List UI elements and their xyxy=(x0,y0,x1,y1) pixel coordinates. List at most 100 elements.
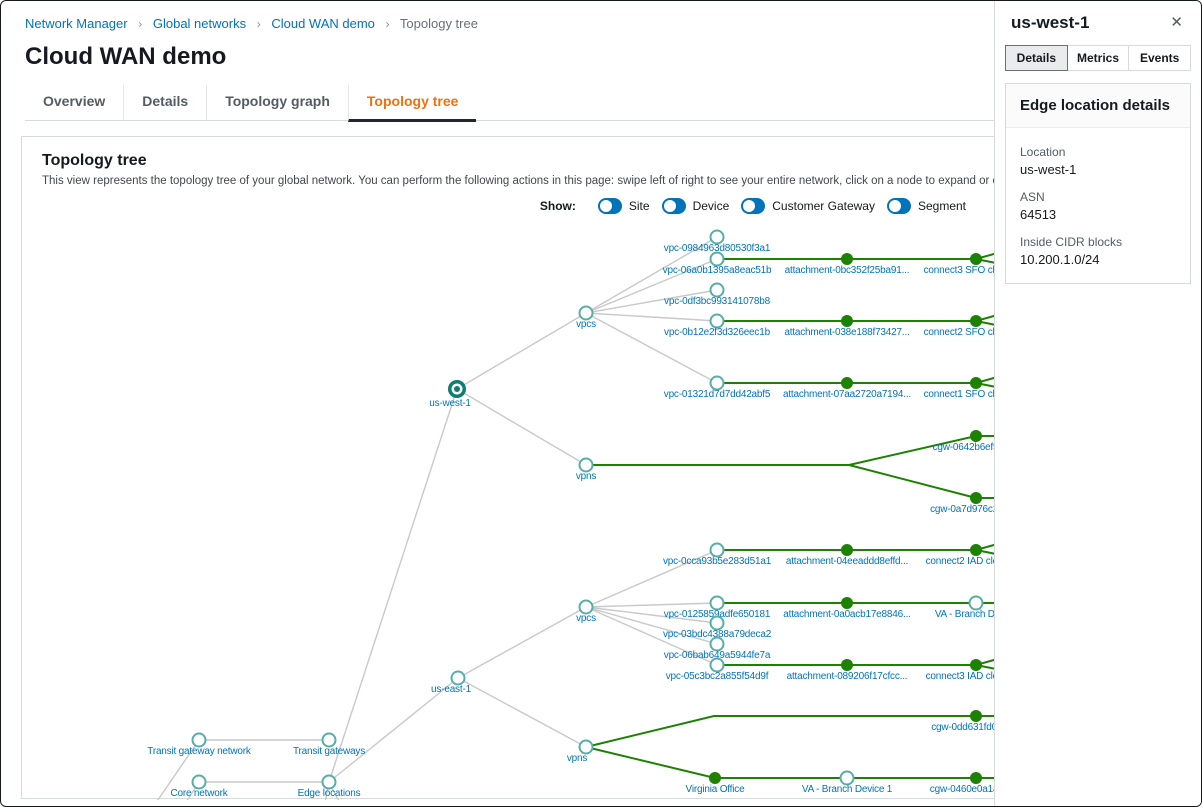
tree-node-vpc-01321d7d7dd42abf5[interactable] xyxy=(711,377,724,390)
tab-topology-graph[interactable]: Topology graph xyxy=(206,85,348,120)
tree-node-vpns[interactable] xyxy=(580,459,593,472)
tree-node-label[interactable]: attachment-07aa2720a7194... xyxy=(783,389,911,400)
tree-edge xyxy=(458,607,586,678)
tree-edge xyxy=(586,747,1001,778)
close-icon[interactable]: ✕ xyxy=(1168,13,1185,32)
tree-node-vpc-05c3bc2a855f54d9f[interactable] xyxy=(711,659,724,672)
tree-node-label[interactable]: attachment-04eeaddd8effd... xyxy=(786,556,908,567)
tree-node-Transit gateway network[interactable] xyxy=(193,734,206,747)
field-asn: ASN 64513 xyxy=(1020,190,1176,222)
tree-node-vpns[interactable] xyxy=(580,741,593,754)
edge-location-details-card: Edge location details Location us-west-1… xyxy=(1005,83,1191,284)
tree-node-label[interactable]: Transit gateway network xyxy=(147,746,252,757)
tree-edge xyxy=(586,603,717,607)
tree-node-vpcs[interactable] xyxy=(580,307,593,320)
field-inside-cidr-blocks: Inside CIDR blocks 10.200.1.0/24 xyxy=(1020,235,1176,267)
tree-node-label[interactable]: vpc-06a0b1395a8eac51b xyxy=(663,265,772,276)
tree-node-label[interactable]: vpc-05c3bc2a855f54d9f xyxy=(666,671,769,682)
tree-node-label[interactable]: attachment-089206f17cfcc... xyxy=(787,671,908,682)
edge-location-details-title: Edge location details xyxy=(1020,97,1176,114)
tab-details[interactable]: Details xyxy=(123,85,206,120)
tree-edge xyxy=(458,678,586,747)
breadcrumb-separator: › xyxy=(257,17,261,31)
tree-node-vpc-0125859adfe650181[interactable] xyxy=(711,597,724,610)
tree-node-label[interactable]: vpc-01321d7d7dd42abf5 xyxy=(664,389,771,400)
tree-node-cgw-0642b6ef56f5...[interactable] xyxy=(970,430,982,442)
tree-node-label[interactable]: Core network xyxy=(170,788,228,799)
tree-node-label[interactable]: vpc-0b12e2f3d326eec1b xyxy=(664,327,771,338)
tree-node-VA - Branch Device[interactable] xyxy=(970,597,983,610)
tree-node-vpc-0984963d80530f3a1[interactable] xyxy=(711,231,724,244)
tree-node-attachment-038e188f73427...[interactable] xyxy=(841,315,853,327)
tree-node-label[interactable]: vpcs xyxy=(576,613,596,624)
tree-node-label[interactable]: VA - Branch Device 1 xyxy=(802,784,893,795)
tree-node-cgw-0dd631fd0223...[interactable] xyxy=(970,710,982,722)
breadcrumb-current: Topology tree xyxy=(400,16,478,31)
tree-node-vpcs[interactable] xyxy=(580,601,593,614)
tree-node-label[interactable]: Edge locations xyxy=(298,788,361,799)
tree-node-label[interactable]: us-east-1 xyxy=(431,684,472,695)
tree-node-vpc-0df3bc993141078b8[interactable] xyxy=(711,284,724,297)
details-side-panel: us-west-1 ✕ Details Metrics Events Edge … xyxy=(994,1,1201,806)
tab-overview[interactable]: Overview xyxy=(25,85,123,120)
tree-node-vpc-03bdc4388a79deca2[interactable] xyxy=(711,617,724,630)
tree-node-label[interactable]: attachment-0bc352f25ba91... xyxy=(785,265,910,276)
tree-edge xyxy=(457,313,586,389)
side-tab-events[interactable]: Events xyxy=(1128,45,1191,71)
field-asn-value: 64513 xyxy=(1020,207,1176,222)
tree-node-vpc-0b12e2f3d326eec1b[interactable] xyxy=(711,315,724,328)
tree-node-attachment-089206f17cfcc...[interactable] xyxy=(841,659,853,671)
tree-node-vpc-0cca93b5e283d51a1[interactable] xyxy=(711,544,724,557)
field-location: Location us-west-1 xyxy=(1020,145,1176,177)
tree-node-label[interactable]: vpcs xyxy=(576,319,596,330)
tree-node-label[interactable]: us-west-1 xyxy=(429,398,471,409)
tree-node-connect2 IAD cloudwan[interactable] xyxy=(970,544,982,556)
tree-node-connect3 SFO cloudwan[interactable] xyxy=(970,253,982,265)
tree-node-Transit gateways[interactable] xyxy=(323,734,336,747)
tab-topology-tree[interactable]: Topology tree xyxy=(348,85,477,122)
field-location-value: us-west-1 xyxy=(1020,162,1176,177)
breadcrumb-separator: › xyxy=(386,17,390,31)
tree-node-label[interactable]: attachment-038e188f73427... xyxy=(784,327,909,338)
side-panel-tabs: Details Metrics Events xyxy=(1005,45,1191,71)
tree-node-vpc-06a0b1395a8eac51b[interactable] xyxy=(711,253,724,266)
tree-node-cgw-0460e0a1ae5a...[interactable] xyxy=(970,772,982,784)
field-inside-cidr-blocks-value: 10.200.1.0/24 xyxy=(1020,252,1176,267)
tree-node-Edge locations[interactable] xyxy=(323,776,336,789)
tree-node-vpc-06bab649a5944fe7a[interactable] xyxy=(711,638,724,651)
tree-node-cgw-0a7d976c22d0...[interactable] xyxy=(970,492,982,504)
side-tab-metrics[interactable]: Metrics xyxy=(1067,45,1130,71)
tree-node-label[interactable]: vpc-0df3bc993141078b8 xyxy=(664,296,771,307)
tree-node-Virginia Office[interactable] xyxy=(709,772,721,784)
tree-edge xyxy=(586,313,717,383)
tree-node-selected-core xyxy=(454,386,460,392)
tree-node-attachment-0bc352f25ba91...[interactable] xyxy=(841,253,853,265)
tree-node-VA - Branch Device 1[interactable] xyxy=(841,772,854,785)
tree-node-attachment-0a0acb17e8846...[interactable] xyxy=(841,597,853,609)
tree-node-label[interactable]: attachment-0a0acb17e8846... xyxy=(783,609,910,620)
tree-node-label[interactable]: vpc-0cca93b5e283d51a1 xyxy=(663,556,772,567)
tree-edge xyxy=(586,313,717,321)
tree-edge xyxy=(457,389,586,465)
tree-node-label[interactable]: Transit gateways xyxy=(293,746,365,757)
breadcrumb-link-global-networks[interactable]: Global networks xyxy=(153,16,246,31)
tree-node-connect1 SFO cloudwan[interactable] xyxy=(970,377,982,389)
breadcrumb-separator: › xyxy=(138,17,142,31)
field-asn-label: ASN xyxy=(1020,190,1176,204)
field-location-label: Location xyxy=(1020,145,1176,159)
tree-node-attachment-04eeaddd8effd...[interactable] xyxy=(841,544,853,556)
tree-node-label[interactable]: vpns xyxy=(567,753,588,764)
tree-node-attachment-07aa2720a7194...[interactable] xyxy=(841,377,853,389)
breadcrumb-link-cloud-wan-demo[interactable]: Cloud WAN demo xyxy=(271,16,375,31)
tree-edge xyxy=(329,389,457,782)
tree-node-connect2 SFO cloudwan[interactable] xyxy=(970,315,982,327)
side-tab-details[interactable]: Details xyxy=(1005,45,1068,71)
tree-node-connect3 IAD cloudwan[interactable] xyxy=(970,659,982,671)
side-panel-title: us-west-1 xyxy=(1011,13,1089,33)
tree-node-us-east-1[interactable] xyxy=(452,672,465,685)
tree-node-label[interactable]: vpns xyxy=(576,471,597,482)
tree-node-label[interactable]: Virginia Office xyxy=(686,784,746,795)
tree-node-Core network[interactable] xyxy=(193,776,206,789)
field-inside-cidr-blocks-label: Inside CIDR blocks xyxy=(1020,235,1176,249)
breadcrumb-link-network-manager[interactable]: Network Manager xyxy=(25,16,128,31)
